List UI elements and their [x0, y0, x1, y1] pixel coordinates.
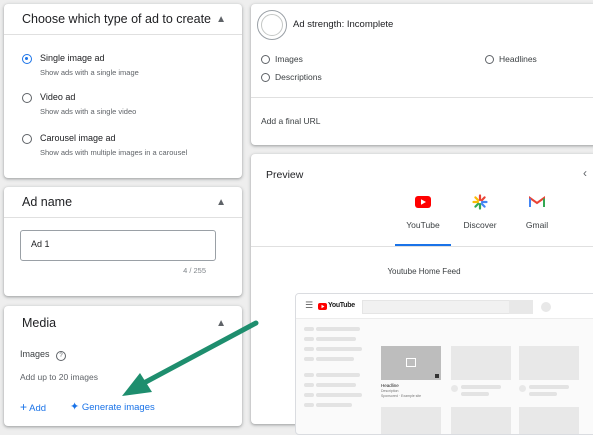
- strength-item-label: Headlines: [499, 54, 537, 64]
- strength-item-descriptions: Descriptions: [261, 72, 322, 83]
- tab-label: Gmail: [525, 220, 549, 230]
- option-label: Single image ad: [40, 53, 105, 63]
- mock-ad-description: Description: [381, 389, 399, 393]
- mock-logo-text: YouTube: [328, 302, 355, 309]
- strength-item-headlines: Headlines: [485, 54, 537, 65]
- final-url-link[interactable]: Add a final URL: [261, 116, 321, 126]
- option-description: Show ads with a single image: [40, 68, 139, 77]
- strength-gauge-icon: [257, 10, 287, 40]
- images-hint: Add up to 20 images: [20, 372, 98, 382]
- option-video[interactable]: Video ad Show ads with a single video: [22, 92, 136, 117]
- radio-icon[interactable]: [22, 93, 32, 103]
- feed-label: Youtube Home Feed: [387, 267, 461, 276]
- media-header[interactable]: Media ▲: [4, 306, 242, 330]
- option-description: Show ads with multiple images in a carou…: [40, 148, 188, 157]
- char-counter: 4 / 255: [183, 266, 206, 275]
- ad-type-title: Choose which type of ad to create: [22, 12, 212, 26]
- ad-name-title: Ad name: [22, 195, 73, 209]
- chevron-left-icon[interactable]: ‹: [583, 166, 587, 180]
- sparkle-icon: ✦: [70, 401, 80, 413]
- plus-icon: +: [20, 400, 28, 414]
- divider: [251, 246, 593, 247]
- youtube-icon: [415, 196, 431, 208]
- generate-label: Generate images: [81, 402, 155, 413]
- mock-ad-image: [381, 346, 441, 380]
- ad-name-header[interactable]: Ad name ▲: [4, 187, 242, 217]
- option-single-image[interactable]: Single image ad Show ads with a single i…: [22, 53, 139, 78]
- youtube-logo-icon: [318, 303, 327, 310]
- mock-ad-url: Sponsored · Example site: [381, 394, 422, 398]
- media-title: Media: [22, 316, 57, 330]
- ad-strength-card: Ad strength: Incomplete Images Headlines…: [251, 4, 593, 145]
- strength-title: Ad strength: Incomplete: [293, 19, 394, 30]
- preview-card: Preview ‹ YouTube Discover Gmail Youtube…: [251, 154, 593, 435]
- strength-item-label: Descriptions: [275, 72, 322, 82]
- mock-search-bar: [362, 300, 514, 314]
- youtube-preview-frame: ☰ YouTube Headline Description Sponsored…: [295, 293, 593, 435]
- add-label: Add: [29, 403, 47, 414]
- ad-type-card: Choose which type of ad to create ▲ Sing…: [4, 4, 242, 178]
- mock-topbar: ☰ YouTube: [296, 294, 593, 319]
- ad-name-input[interactable]: Ad 1: [20, 230, 216, 261]
- ad-name-card: Ad name ▲ Ad 1 4 / 255: [4, 187, 242, 296]
- help-icon[interactable]: ?: [56, 351, 67, 361]
- divider: [251, 97, 593, 98]
- tab-youtube[interactable]: YouTube: [393, 196, 453, 230]
- divider: [4, 217, 242, 218]
- radio-icon[interactable]: [22, 134, 32, 144]
- images-label: Images: [20, 349, 50, 359]
- generate-images-button[interactable]: ✦ Generate images: [70, 400, 155, 413]
- strength-item-label: Images: [275, 54, 303, 64]
- menu-icon: ☰: [305, 300, 314, 310]
- image-placeholder-icon: [406, 358, 416, 367]
- ad-name-value: Ad 1: [31, 239, 50, 249]
- strength-item-images: Images: [261, 54, 303, 65]
- chevron-up-icon[interactable]: ▲: [216, 197, 226, 208]
- chevron-up-icon[interactable]: ▲: [216, 318, 226, 329]
- radio-selected-icon[interactable]: [22, 54, 32, 64]
- option-description: Show ads with a single video: [40, 107, 137, 116]
- tab-label: YouTube: [406, 220, 440, 230]
- preview-title: Preview: [266, 169, 304, 181]
- media-card: Media ▲ Images ? Add up to 20 images + A…: [4, 306, 242, 426]
- tab-discover[interactable]: Discover: [450, 194, 510, 230]
- mock-search-button: [509, 300, 533, 314]
- images-label-row: Images ?: [20, 349, 67, 361]
- option-label: Carousel image ad: [40, 133, 116, 143]
- divider: [4, 34, 242, 35]
- add-button[interactable]: + Add: [20, 400, 46, 414]
- mock-avatar: [541, 302, 551, 312]
- discover-icon: [472, 194, 488, 210]
- ad-type-header[interactable]: Choose which type of ad to create ▲: [4, 4, 242, 34]
- chevron-up-icon[interactable]: ▲: [216, 14, 226, 25]
- mock-ad-headline: Headline: [381, 383, 399, 388]
- option-carousel[interactable]: Carousel image ad Show ads with multiple…: [22, 133, 187, 158]
- tab-gmail[interactable]: Gmail: [507, 196, 567, 230]
- status-circle-icon: [261, 73, 270, 83]
- option-label: Video ad: [40, 92, 76, 102]
- tab-label: Discover: [463, 220, 497, 230]
- status-circle-icon: [485, 55, 494, 65]
- status-circle-icon: [261, 55, 270, 65]
- gmail-icon: [529, 196, 545, 207]
